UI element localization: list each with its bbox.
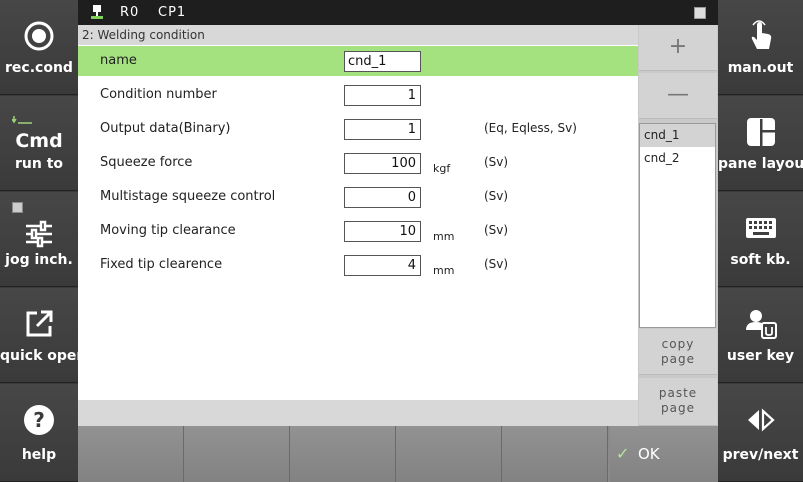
ok-button[interactable]: ✓ OK (610, 426, 718, 482)
pane-layout-label: pane layout (718, 156, 803, 172)
row-label: Condition number (100, 87, 217, 102)
prev-next-icon (718, 404, 803, 436)
jog-inch-label: jog inch. (5, 252, 73, 268)
ok-label: OK (638, 445, 660, 463)
rec-cond-label: rec.cond (5, 60, 73, 76)
condition-number-field[interactable]: 1 (344, 85, 421, 106)
add-button[interactable]: + (639, 25, 717, 71)
name-field[interactable]: cnd_1 (344, 51, 421, 72)
list-item[interactable]: cnd_1 (640, 124, 715, 147)
robot-icon (90, 5, 104, 23)
copy-page-button[interactable]: copy page (639, 329, 717, 375)
status-bar: R0 CP1 (78, 0, 718, 25)
row-multistage-squeeze: Multistage squeeze control 0 (Sv) (78, 182, 638, 212)
output-data-field[interactable]: 1 (344, 119, 421, 140)
row-fixed-tip-clearence: Fixed tip clearence 4 mm (Sv) (78, 250, 638, 280)
paste-page-button[interactable]: paste page (639, 378, 717, 426)
prev-next-label: prev/next (722, 447, 799, 463)
fixed-tip-clearence-field[interactable]: 4 (344, 255, 421, 276)
row-output-data: Output data(Binary) 1 (Eq, Eqless, Sv) (78, 114, 638, 144)
row-label: Moving tip clearance (100, 223, 236, 238)
row-name[interactable]: name cnd_1 (78, 46, 638, 76)
paste-page-label: page (661, 401, 695, 415)
page-title: 2: Welding condition (78, 25, 638, 45)
function-key-3[interactable] (290, 426, 396, 482)
help-button[interactable]: ? help (0, 384, 78, 482)
soft-kb-label: soft kb. (730, 252, 791, 268)
copy-label: copy (661, 337, 695, 351)
man-out-label: man.out (727, 60, 794, 76)
man-out-button[interactable]: man.out (718, 0, 803, 95)
remove-button[interactable]: — (639, 73, 717, 119)
soft-kb-button[interactable]: soft kb. (718, 192, 803, 287)
layout-icon (718, 116, 803, 148)
row-note: (Sv) (484, 155, 509, 169)
row-label: Squeeze force (100, 155, 193, 170)
row-note: (Sv) (484, 189, 509, 203)
row-unit: mm (433, 230, 455, 243)
pane-layout-button[interactable]: pane layout (718, 96, 803, 191)
sliders-icon (0, 218, 78, 250)
right-panel: man.out pane layout soft kb. user key pr… (718, 0, 803, 482)
page-footer (78, 400, 638, 426)
condition-list-panel: + — cnd_1 cnd_2 copy page paste page (638, 25, 718, 426)
svg-text:?: ? (33, 408, 45, 432)
check-icon: ✓ (616, 444, 630, 463)
robot-number: R0 (120, 5, 140, 20)
rec-cond-button[interactable]: rec.cond (0, 0, 78, 95)
multistage-squeeze-field[interactable]: 0 (344, 187, 421, 208)
jog-inch-button[interactable]: jog inch. (0, 192, 78, 287)
row-condition-number: Condition number 1 (78, 80, 638, 110)
controller-id: CP1 (158, 5, 187, 20)
copy-page-label: page (661, 352, 695, 366)
row-note: (Eq, Eqless, Sv) (484, 121, 577, 135)
row-moving-tip-clearance: Moving tip clearance 10 mm (Sv) (78, 216, 638, 246)
condition-list: cnd_1 cnd_2 (639, 123, 716, 328)
row-note: (Sv) (484, 257, 509, 271)
user-key-button[interactable]: user key (718, 288, 803, 383)
help-label: help (21, 447, 57, 463)
row-squeeze-force: Squeeze force 100 kgf (Sv) (78, 148, 638, 178)
prev-next-button[interactable]: prev/next (718, 384, 803, 482)
row-unit: mm (433, 264, 455, 277)
cmd-icon (11, 110, 32, 124)
jog-checkbox[interactable] (12, 202, 23, 213)
record-icon (0, 20, 78, 52)
cmd-label: Cmd (15, 130, 63, 152)
left-panel: rec.cond Cmd run to jog inch. quick open… (0, 0, 87, 482)
row-label: Output data(Binary) (100, 121, 231, 136)
function-key-4[interactable] (396, 426, 502, 482)
hand-pointer-icon (718, 20, 803, 52)
function-key-1[interactable] (78, 426, 184, 482)
user-key-label: user key (726, 348, 795, 364)
paste-label: paste (658, 386, 698, 400)
quick-open-button[interactable]: quick open (0, 288, 87, 383)
quick-open-label: quick open (0, 348, 87, 364)
keyboard-icon (718, 212, 803, 244)
question-icon: ? (0, 404, 78, 436)
function-key-5[interactable] (502, 426, 608, 482)
cmd-run-to-button[interactable]: Cmd run to (0, 96, 78, 191)
row-label: name (100, 53, 137, 68)
user-key-icon (718, 308, 803, 340)
status-indicator-icon (694, 7, 706, 19)
run-to-label: run to (14, 156, 64, 172)
function-key-2[interactable] (184, 426, 290, 482)
list-item[interactable]: cnd_2 (640, 147, 715, 170)
welding-condition-page: 2: Welding condition name cnd_1 Conditio… (78, 25, 638, 426)
squeeze-force-field[interactable]: 100 (344, 153, 421, 174)
row-label: Multistage squeeze control (100, 189, 276, 204)
moving-tip-clearance-field[interactable]: 10 (344, 221, 421, 242)
row-label: Fixed tip clearence (100, 257, 223, 272)
function-bar: ✓ OK (78, 426, 718, 482)
row-note: (Sv) (484, 223, 509, 237)
row-unit: kgf (433, 162, 451, 175)
external-link-icon (0, 308, 78, 340)
